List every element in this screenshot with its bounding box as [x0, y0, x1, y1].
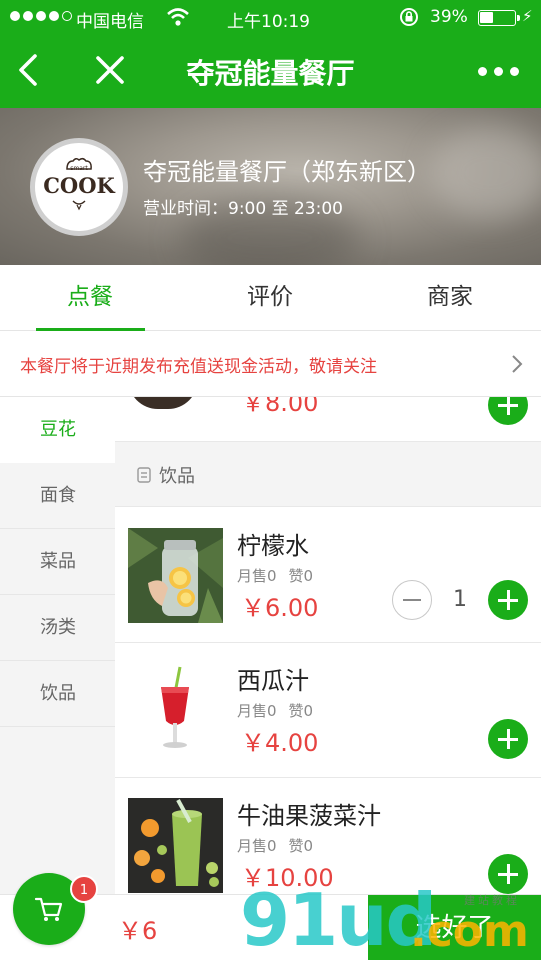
tab-order[interactable]: 点餐 — [0, 265, 180, 331]
item-thumbnail — [128, 528, 223, 623]
item-price: ￥10.00 — [241, 864, 334, 892]
cart-badge: 1 — [70, 875, 98, 903]
item-stats: 月售0 赞0 — [237, 835, 313, 856]
item-likes: 赞0 — [288, 837, 314, 855]
store-name: 夺冠能量餐厅（郑东新区） — [143, 158, 431, 186]
item-thumbnail — [128, 663, 223, 758]
wifi-icon — [167, 8, 189, 26]
list-item: 柠檬水 月售0 赞0 ￥6.00 1 — [115, 508, 541, 643]
list-item: 牛油果菠菜汁 月售0 赞0 ￥10.00 — [115, 778, 541, 894]
item-likes: 赞0 — [288, 567, 314, 585]
list-item: ￥8.00 — [115, 397, 541, 441]
category-drinks[interactable]: 饮品 — [0, 661, 115, 727]
signal-strength-icon — [10, 11, 72, 21]
category-douhua[interactable]: 豆花 — [0, 397, 115, 463]
add-button[interactable] — [488, 854, 528, 894]
more-icon[interactable] — [478, 60, 522, 82]
category-noodles[interactable]: 面食 — [0, 463, 115, 529]
battery-tip — [517, 15, 520, 21]
category-soups[interactable]: 汤类 — [0, 595, 115, 661]
item-name: 柠檬水 — [237, 532, 309, 560]
item-thumbnail — [128, 397, 198, 409]
store-banner: smart COOK 夺冠能量餐厅（郑东新区） 营业时间：9:00 至 23:0… — [0, 108, 541, 265]
item-monthly-sales: 月售0 — [237, 567, 277, 585]
item-price: ￥6.00 — [241, 594, 319, 622]
cart-bar: 1 ￥6 选好了 — [0, 873, 541, 960]
notice-bar[interactable]: 本餐厅将于近期发布充值送现金活动，敬请关注 — [0, 331, 541, 397]
chevron-right-icon — [512, 355, 523, 373]
add-button[interactable] — [488, 719, 528, 759]
carrier-name: 中国电信 — [76, 12, 144, 32]
item-name: 西瓜汁 — [237, 667, 309, 695]
item-name: 牛油果菠菜汁 — [237, 802, 381, 830]
top-bar: 中国电信 上午10:19 39% ⚡ 夺冠能量餐厅 — [0, 0, 541, 108]
battery-percent: 39% — [430, 7, 468, 27]
tab-reviews[interactable]: 评价 — [180, 265, 360, 331]
checkout-button[interactable]: 选好了 — [368, 895, 541, 960]
category-sidebar: 豆花 面食 菜品 汤类 饮品 — [0, 397, 115, 894]
charging-icon: ⚡ — [522, 7, 533, 25]
item-stats: 月售0 赞0 — [237, 565, 313, 586]
page-title: 夺冠能量餐厅 — [186, 57, 355, 90]
battery-icon — [478, 10, 516, 26]
cart-total: ￥6 — [118, 917, 158, 945]
close-icon[interactable] — [94, 54, 126, 86]
item-monthly-sales: 月售0 — [237, 837, 277, 855]
minus-button[interactable] — [392, 580, 432, 620]
item-quantity: 1 — [453, 587, 467, 612]
store-logo: smart COOK — [30, 138, 128, 236]
tab-bar: 点餐 评价 商家 — [0, 265, 541, 331]
lock-rotation-icon — [400, 8, 418, 26]
item-likes: 赞0 — [288, 702, 314, 720]
status-time: 上午10:19 — [227, 12, 310, 32]
svg-text:smart: smart — [70, 165, 88, 172]
item-thumbnail — [128, 798, 223, 893]
svg-text:COOK: COOK — [43, 173, 115, 198]
back-arrow-icon[interactable] — [14, 52, 44, 88]
menu-list: ￥8.00 饮品 柠檬水 月售0 赞0 ￥6.00 1 西瓜汁 月售0 赞0 ￥… — [115, 397, 541, 894]
item-stats: 月售0 赞0 — [237, 700, 313, 721]
add-button[interactable] — [488, 397, 528, 425]
item-price: ￥4.00 — [241, 729, 319, 757]
menu-list-icon — [137, 467, 151, 483]
cook-logo-icon: smart COOK — [43, 157, 116, 211]
item-monthly-sales: 月售0 — [237, 702, 277, 720]
cart-icon — [34, 897, 63, 921]
notice-text: 本餐厅将于近期发布充值送现金活动，敬请关注 — [20, 357, 377, 377]
status-bar: 中国电信 上午10:19 39% ⚡ — [0, 0, 541, 36]
tab-merchant[interactable]: 商家 — [360, 265, 540, 331]
business-hours: 营业时间：9:00 至 23:00 — [143, 199, 343, 219]
item-price: ￥8.00 — [241, 397, 319, 417]
add-button[interactable] — [488, 580, 528, 620]
section-title: 饮品 — [159, 466, 195, 487]
list-item: 西瓜汁 月售0 赞0 ￥4.00 — [115, 643, 541, 778]
section-header-drinks: 饮品 — [115, 441, 541, 507]
category-dishes[interactable]: 菜品 — [0, 529, 115, 595]
